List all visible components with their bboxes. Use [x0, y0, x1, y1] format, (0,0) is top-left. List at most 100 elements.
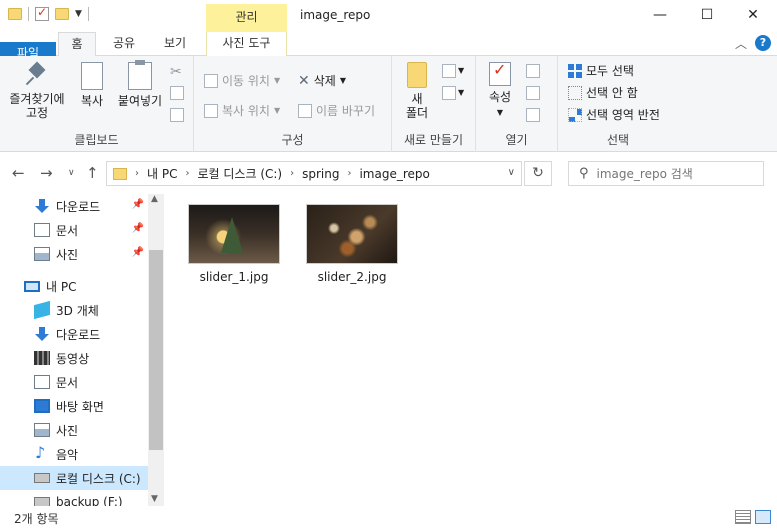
breadcrumb-image-repo[interactable]: image_repo [359, 167, 429, 181]
nav-item-label: 문서 [56, 223, 79, 238]
tab-view[interactable]: 보기 [152, 32, 198, 56]
scrollbar-thumb[interactable] [149, 250, 163, 450]
download-icon [34, 327, 50, 341]
properties-icon[interactable] [35, 5, 49, 21]
copy-button[interactable]: 복사 [74, 59, 110, 108]
select-none-button[interactable]: 선택 안 함 [568, 84, 638, 101]
breadcrumb-separator-icon[interactable]: › [347, 168, 351, 179]
nav-scrollbar[interactable]: ▲ ▼ [148, 194, 164, 506]
search-box[interactable]: ⚲ [568, 161, 764, 186]
nav-this-pc[interactable]: 내 PC [0, 274, 148, 298]
back-arrow-icon[interactable]: ← [12, 164, 25, 182]
divider [28, 7, 29, 21]
organize-group: 이동 위치 ▼ 복사 위치 ▼ ✕ 삭제 ▼ 이름 바꾸기 구성 [194, 56, 392, 152]
select-all-label: 모두 선택 [586, 64, 634, 78]
copy-to-icon [204, 103, 218, 118]
new-group: 새 폴더 ▼ ▼ 새로 만들기 [392, 56, 476, 152]
pin-quick-access-label: 즐겨찾기에 고정 [9, 92, 65, 120]
large-icons-view-icon[interactable] [755, 510, 771, 524]
collapse-ribbon-icon[interactable]: ︿ [735, 35, 747, 52]
up-arrow-icon[interactable]: ↑ [86, 164, 99, 182]
history-icon[interactable] [526, 108, 540, 122]
chevron-down-icon[interactable]: ▼ [458, 66, 464, 75]
open-icon[interactable] [526, 64, 540, 78]
nav-item-label: backup (F:) [56, 495, 123, 506]
address-history-chevron-icon[interactable]: ∨ [508, 167, 515, 178]
paste-shortcut-icon[interactable] [170, 108, 184, 122]
file-name: slider_1.jpg [199, 270, 269, 284]
nav-item-label: 내 PC [46, 279, 77, 294]
navigation-pane: 다운로드 📌 문서 📌 사진 📌 내 PC 3D 개체 다운로드 동영상 문서 … [0, 194, 164, 506]
rename-button[interactable]: 이름 바꾸기 [298, 102, 375, 119]
divider [87, 7, 89, 21]
nav-item-label: 다운로드 [56, 327, 101, 342]
delete-button[interactable]: ✕ 삭제 ▼ [298, 72, 346, 89]
nav-backup-f[interactable]: backup (F:) [0, 490, 148, 506]
paste-button[interactable]: 붙여넣기 [112, 60, 168, 108]
details-view-icon[interactable] [735, 510, 751, 524]
breadcrumb-separator-icon[interactable]: › [135, 168, 139, 179]
tab-share[interactable]: 공유 [102, 32, 146, 56]
new-folder-icon[interactable] [55, 8, 69, 20]
search-input[interactable] [596, 166, 747, 181]
select-all-button[interactable]: 모두 선택 [568, 62, 634, 79]
chevron-down-icon: ▼ [496, 108, 504, 117]
recent-locations-chevron-icon[interactable]: ∨ [68, 168, 75, 178]
breadcrumb-separator-icon[interactable]: › [290, 168, 294, 179]
maximize-button[interactable]: ☐ [684, 3, 730, 29]
tab-manage[interactable]: 관리 [206, 4, 287, 32]
ribbon-tabs: 파일 홈 공유 보기 사진 도구 ︿ ? [0, 32, 777, 66]
invert-selection-button[interactable]: 선택 영역 반전 [568, 106, 660, 123]
help-icon[interactable]: ? [755, 35, 771, 51]
breadcrumb-separator-icon[interactable]: › [185, 168, 189, 179]
delete-label: 삭제 [313, 74, 336, 88]
address-bar[interactable]: › 내 PC › 로컬 디스크 (C:) › spring › image_re… [106, 161, 522, 186]
nav-quick-downloads[interactable]: 다운로드 📌 [0, 194, 148, 218]
breadcrumb-this-pc[interactable]: 내 PC [147, 165, 177, 182]
chevron-down-icon[interactable]: ▼ [458, 88, 464, 97]
pictures-icon [34, 423, 50, 437]
file-item[interactable]: slider_2.jpg [302, 204, 402, 284]
nav-quick-documents[interactable]: 문서 📌 [0, 218, 148, 242]
easy-access-icon[interactable] [442, 86, 456, 100]
invert-selection-icon [568, 107, 582, 122]
status-bar: 2개 항목 [0, 506, 777, 530]
nav-documents[interactable]: 문서 [0, 370, 148, 394]
edit-icon[interactable] [526, 86, 540, 100]
nav-pictures[interactable]: 사진 [0, 418, 148, 442]
nav-desktop[interactable]: 바탕 화면 [0, 394, 148, 418]
item-count: 2개 항목 [14, 512, 59, 526]
nav-3d-objects[interactable]: 3D 개체 [0, 298, 148, 322]
copy-to-button[interactable]: 복사 위치 ▼ [204, 102, 280, 119]
new-item-icon[interactable] [442, 64, 456, 78]
close-button[interactable]: ✕ [730, 3, 776, 29]
scroll-down-icon[interactable]: ▼ [151, 494, 158, 504]
nav-local-disk-c[interactable]: 로컬 디스크 (C:) [0, 466, 148, 490]
move-to-button[interactable]: 이동 위치 ▼ [204, 72, 280, 89]
forward-arrow-icon[interactable]: → [40, 164, 53, 182]
new-folder-label: 새 폴더 [405, 92, 429, 120]
tab-home[interactable]: 홈 [58, 32, 96, 57]
move-to-label: 이동 위치 [222, 74, 270, 88]
drive-icon [34, 473, 50, 483]
breadcrumb-local-disk[interactable]: 로컬 디스크 (C:) [197, 165, 282, 182]
new-folder-button[interactable]: 새 폴더 [400, 62, 434, 120]
breadcrumb-spring[interactable]: spring [302, 167, 339, 181]
paste-label: 붙여넣기 [117, 94, 163, 108]
customize-toolbar-chevron-icon[interactable]: ▼ [75, 9, 82, 19]
pin-quick-access-button[interactable]: 즐겨찾기에 고정 [4, 62, 70, 120]
minimize-button[interactable]: — [637, 3, 683, 29]
copy-path-icon[interactable] [170, 86, 184, 100]
properties-button[interactable]: 속성 ▼ [482, 62, 518, 120]
nav-music[interactable]: 음악 [0, 442, 148, 466]
nav-videos[interactable]: 동영상 [0, 346, 148, 370]
tab-picture-tools[interactable]: 사진 도구 [206, 32, 287, 56]
cut-icon[interactable]: ✂ [170, 64, 182, 80]
nav-downloads[interactable]: 다운로드 [0, 322, 148, 346]
scroll-up-icon[interactable]: ▲ [151, 194, 158, 204]
folder-icon[interactable] [8, 8, 22, 20]
file-item[interactable]: slider_1.jpg [184, 204, 284, 284]
refresh-button[interactable]: ↻ [524, 161, 552, 186]
nav-quick-pictures[interactable]: 사진 📌 [0, 242, 148, 266]
document-icon [34, 375, 50, 389]
